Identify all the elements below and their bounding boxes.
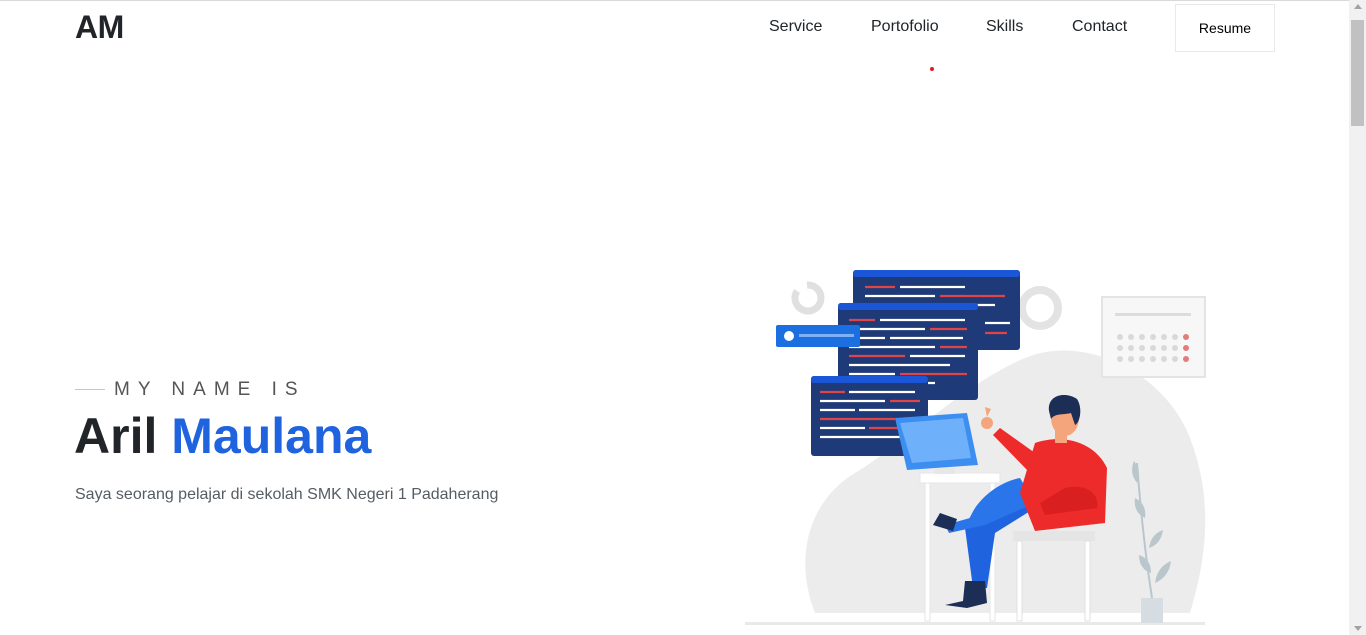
nav-link-skills[interactable]: Skills [986, 18, 1023, 36]
intro-label: MY NAME IS [114, 379, 306, 400]
scrollbar-thumb[interactable] [1351, 20, 1364, 126]
intro-divider [75, 389, 105, 390]
page: AM Service Portofolio Skills Contact Res… [0, 1, 1349, 635]
scroll-down-arrow-icon[interactable] [1354, 626, 1362, 631]
resume-button[interactable]: Resume [1175, 4, 1275, 52]
scroll-up-arrow-icon[interactable] [1354, 4, 1362, 9]
hero-description: Saya seorang pelajar di sekolah SMK Nege… [75, 486, 499, 503]
brand-logo[interactable]: AM [75, 9, 124, 46]
developer-illustration-icon [745, 270, 1206, 625]
active-nav-indicator [930, 67, 934, 71]
hero-last-name: Maulana [171, 408, 372, 464]
hero-name: Aril Maulana [74, 407, 371, 465]
nav-link-service[interactable]: Service [769, 18, 822, 36]
nav-link-portofolio[interactable]: Portofolio [871, 18, 939, 36]
vertical-scrollbar[interactable] [1349, 0, 1366, 635]
hero-first-name: Aril [74, 408, 158, 464]
nav-link-contact[interactable]: Contact [1072, 18, 1127, 36]
